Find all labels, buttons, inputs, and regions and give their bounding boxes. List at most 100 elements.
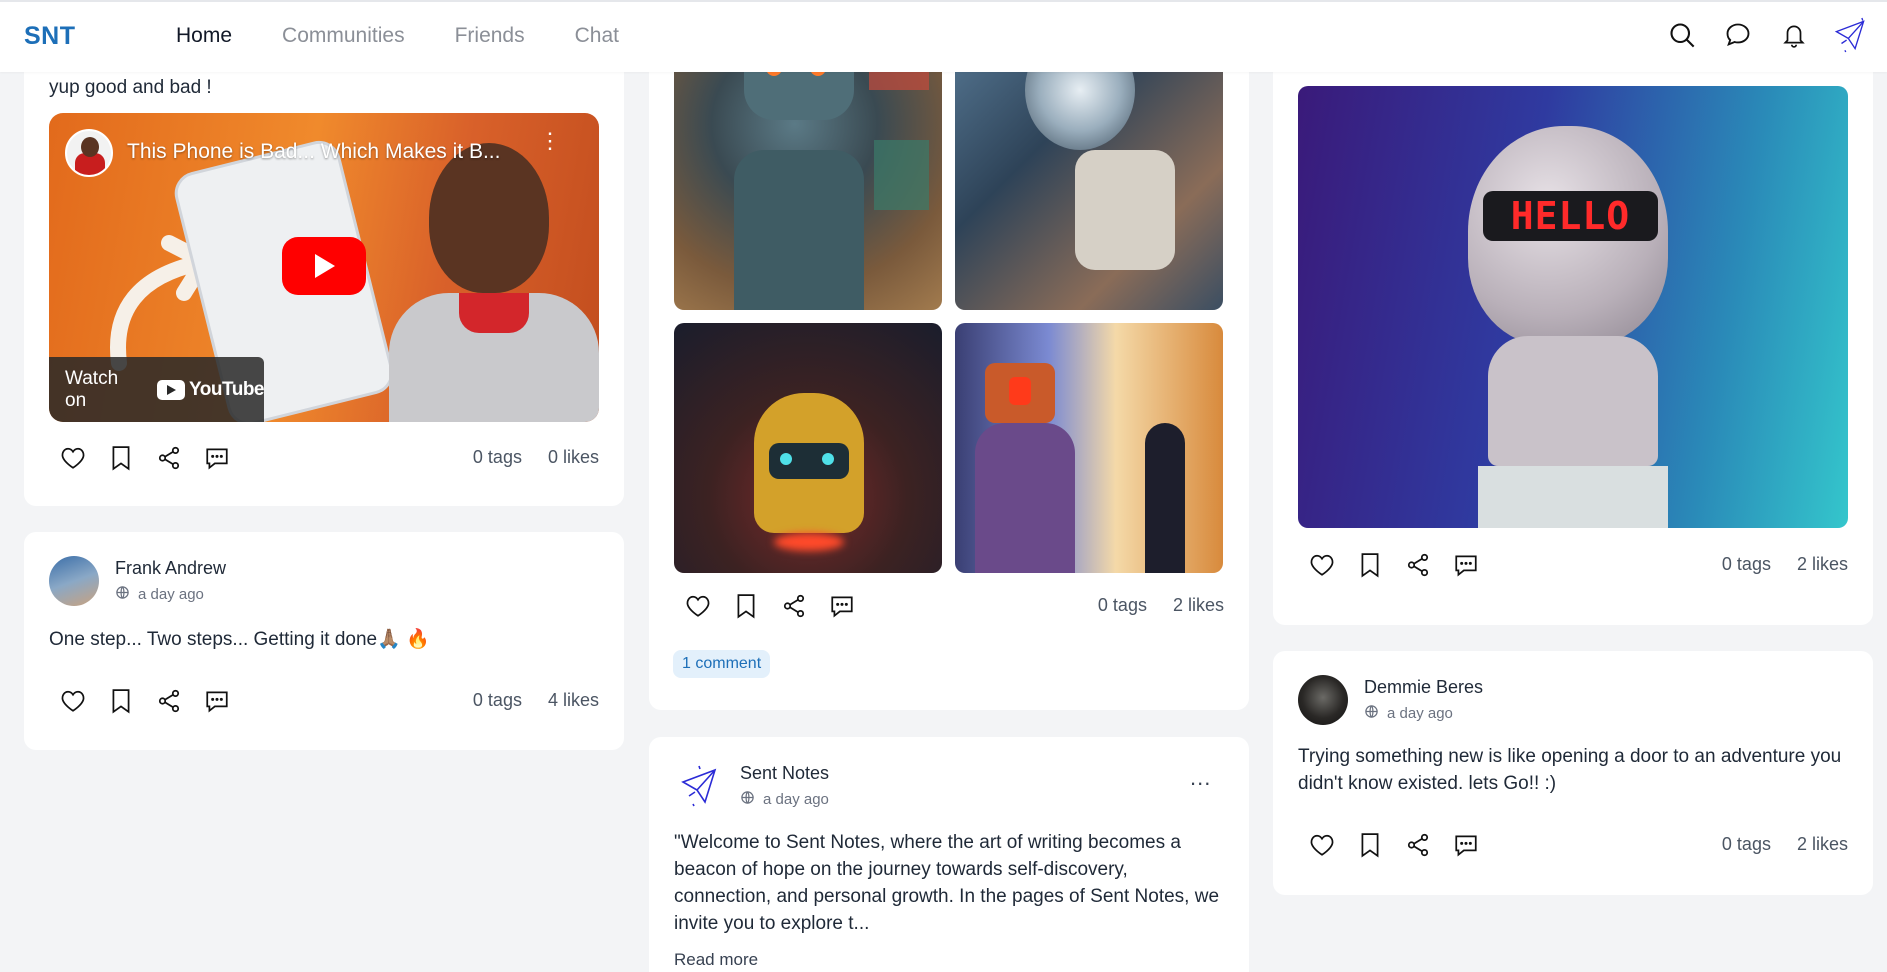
watch-on-youtube-button[interactable]: Watch on YouTube bbox=[49, 357, 264, 422]
bookmark-icon[interactable] bbox=[1355, 830, 1385, 860]
author-info: Sent Notes a day ago bbox=[740, 763, 829, 809]
tags-count[interactable]: 0 tags bbox=[1722, 834, 1771, 855]
like-heart-icon[interactable] bbox=[58, 686, 88, 716]
author-name[interactable]: Frank Andrew bbox=[115, 558, 226, 579]
post-card-image: HELLO 0 tags 2 likes bbox=[1273, 0, 1873, 625]
comment-icon[interactable] bbox=[1451, 550, 1481, 580]
robots-painting-image[interactable] bbox=[955, 323, 1223, 573]
bookmark-icon[interactable] bbox=[106, 443, 136, 473]
tags-count[interactable]: 0 tags bbox=[1722, 554, 1771, 575]
share-icon[interactable] bbox=[779, 591, 809, 621]
likes-count[interactable]: 2 likes bbox=[1173, 595, 1224, 616]
post-stats: 0 tags 2 likes bbox=[1722, 554, 1848, 575]
post-card-images: 0 tags 2 likes 1 comment bbox=[649, 0, 1249, 710]
comments-count-button[interactable]: 1 comment bbox=[673, 650, 771, 678]
post-actions: 0 tags 2 likes bbox=[1307, 825, 1848, 865]
youtube-embed[interactable]: This Phone is Bad... Which Makes it B...… bbox=[49, 113, 599, 422]
share-icon[interactable] bbox=[1403, 830, 1433, 860]
likes-count[interactable]: 2 likes bbox=[1797, 834, 1848, 855]
likes-count[interactable]: 2 likes bbox=[1797, 554, 1848, 575]
author-info: Demmie Beres a day ago bbox=[1364, 677, 1483, 723]
nav-links: Home Communities Friends Chat bbox=[176, 24, 669, 48]
tags-count[interactable]: 0 tags bbox=[1098, 595, 1147, 616]
post-time: a day ago bbox=[1387, 705, 1453, 722]
avatar[interactable] bbox=[674, 761, 724, 811]
search-icon[interactable] bbox=[1665, 18, 1699, 52]
comment-icon[interactable] bbox=[202, 686, 232, 716]
author-name[interactable]: Demmie Beres bbox=[1364, 677, 1483, 698]
tags-count[interactable]: 0 tags bbox=[473, 690, 522, 711]
person-graphic bbox=[389, 133, 599, 422]
logo[interactable]: SNT bbox=[24, 22, 76, 51]
like-heart-icon[interactable] bbox=[58, 443, 88, 473]
led-visor-text: HELLO bbox=[1510, 194, 1631, 238]
globe-icon bbox=[1364, 704, 1379, 723]
post-text: One step... Two steps... Getting it done… bbox=[49, 629, 430, 650]
youtube-logo: YouTube bbox=[157, 379, 264, 401]
statue-hello-image[interactable]: HELLO bbox=[1298, 86, 1848, 528]
share-icon[interactable] bbox=[154, 686, 184, 716]
nav-home[interactable]: Home bbox=[176, 24, 232, 48]
video-menu-icon[interactable]: ⋮ bbox=[539, 130, 561, 152]
avatar[interactable] bbox=[49, 556, 99, 606]
share-icon[interactable] bbox=[154, 443, 184, 473]
post-text: Trying something new is like opening a d… bbox=[1298, 746, 1842, 794]
like-heart-icon[interactable] bbox=[1307, 550, 1337, 580]
nav-chat[interactable]: Chat bbox=[575, 24, 619, 48]
post-actions: 0 tags 2 likes bbox=[1307, 545, 1848, 585]
comment-icon[interactable] bbox=[827, 591, 857, 621]
bell-icon[interactable] bbox=[1777, 18, 1811, 52]
paper-plane-icon bbox=[681, 765, 717, 807]
video-title[interactable]: This Phone is Bad... Which Makes it B... bbox=[127, 140, 500, 164]
bookmark-icon[interactable] bbox=[1355, 550, 1385, 580]
avatar[interactable] bbox=[1298, 675, 1348, 725]
bookmark-icon[interactable] bbox=[106, 686, 136, 716]
chat-bubble-icon[interactable] bbox=[1721, 18, 1755, 52]
likes-count[interactable]: 0 likes bbox=[548, 447, 599, 468]
yellow-robot-image[interactable] bbox=[674, 323, 942, 573]
author-name[interactable]: Sent Notes bbox=[740, 763, 829, 784]
statue-pedestal bbox=[1478, 466, 1668, 528]
action-icons bbox=[58, 686, 232, 716]
nav-communities[interactable]: Communities bbox=[282, 24, 405, 48]
post-card-video: yup good and bad ! This Phone is Bad... … bbox=[24, 0, 624, 506]
post-meta: a day ago bbox=[1364, 704, 1483, 723]
post-actions: 0 tags 2 likes bbox=[683, 586, 1224, 626]
post-text: yup good and bad ! bbox=[49, 77, 212, 98]
like-heart-icon[interactable] bbox=[683, 591, 713, 621]
action-icons bbox=[683, 591, 857, 621]
post-actions: 0 tags 4 likes bbox=[58, 681, 599, 721]
channel-avatar[interactable] bbox=[65, 129, 113, 177]
author-row: Demmie Beres a day ago bbox=[1298, 675, 1483, 725]
post-card-text: Frank Andrew a day ago One step... Two s… bbox=[24, 532, 624, 750]
post-meta: a day ago bbox=[740, 790, 829, 809]
share-icon[interactable] bbox=[1403, 550, 1433, 580]
post-stats: 0 tags 2 likes bbox=[1722, 834, 1848, 855]
nav-friends[interactable]: Friends bbox=[455, 24, 525, 48]
post-card-sent-notes: Sent Notes a day ago ... "Welcome to Sen… bbox=[649, 737, 1249, 972]
post-text: "Welcome to Sent Notes, where the art of… bbox=[674, 832, 1220, 934]
read-more-link[interactable]: Read more bbox=[674, 950, 758, 970]
likes-count[interactable]: 4 likes bbox=[548, 690, 599, 711]
paper-plane-avatar-icon[interactable] bbox=[1833, 17, 1867, 53]
post-menu-button[interactable]: ... bbox=[1190, 765, 1211, 791]
bookmark-icon[interactable] bbox=[731, 591, 761, 621]
globe-icon bbox=[115, 585, 130, 604]
author-row: Sent Notes a day ago bbox=[674, 761, 829, 811]
post-actions: 0 tags 0 likes bbox=[58, 438, 599, 478]
post-time: a day ago bbox=[763, 791, 829, 808]
post-stats: 0 tags 2 likes bbox=[1098, 595, 1224, 616]
youtube-play-icon bbox=[157, 379, 186, 400]
play-button[interactable] bbox=[282, 237, 366, 295]
action-icons bbox=[58, 443, 232, 473]
globe-icon bbox=[740, 790, 755, 809]
comment-icon[interactable] bbox=[202, 443, 232, 473]
like-heart-icon[interactable] bbox=[1307, 830, 1337, 860]
post-meta: a day ago bbox=[115, 585, 226, 604]
watch-on-label: Watch on bbox=[65, 367, 119, 411]
post-time: a day ago bbox=[138, 586, 204, 603]
top-navbar: SNT Home Communities Friends Chat bbox=[0, 0, 1887, 72]
comment-icon[interactable] bbox=[1451, 830, 1481, 860]
nav-icons bbox=[1665, 17, 1867, 53]
tags-count[interactable]: 0 tags bbox=[473, 447, 522, 468]
